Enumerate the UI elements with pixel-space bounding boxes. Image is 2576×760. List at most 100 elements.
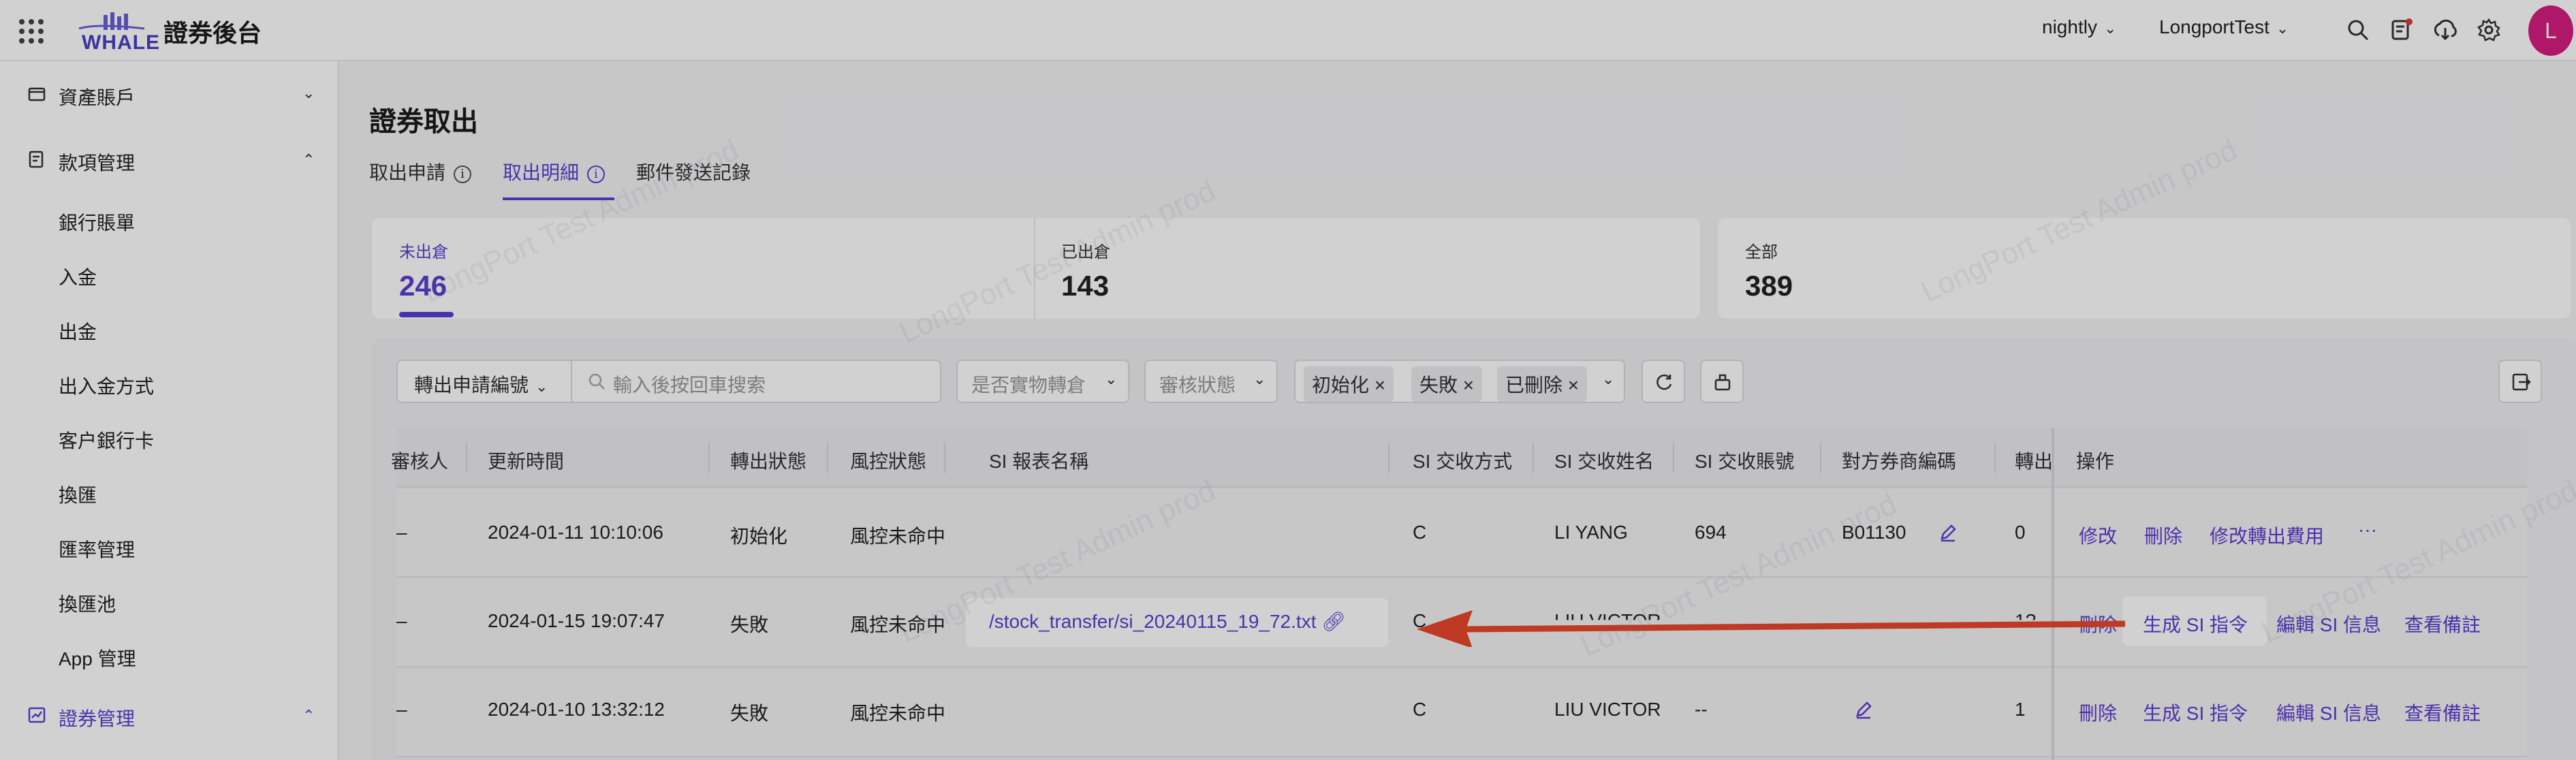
column-resizer[interactable] (1388, 443, 1389, 473)
logo-text: WHALE (82, 31, 160, 54)
edit-link[interactable]: 修改 (2079, 522, 2117, 549)
edit-fee-link[interactable]: 修改轉出費用 (2210, 522, 2324, 549)
search-input[interactable]: 輸入後按回車搜索 (613, 370, 766, 398)
avatar[interactable]: L (2528, 5, 2573, 56)
table-row: – 2024-01-10 13:32:12 失敗 風控未命中 C LIU VIC… (396, 669, 2527, 757)
divider (1034, 218, 1035, 319)
review-status-select[interactable]: 審核狀態 ⌄ (1144, 360, 1278, 403)
fixed-column-shadow (2052, 428, 2054, 760)
column-header: 轉出狀態 (730, 451, 807, 472)
close-icon[interactable]: × (1375, 375, 1385, 396)
generate-si-link[interactable]: 生成 SI 指令 (2143, 699, 2248, 726)
column-resizer[interactable] (1533, 443, 1534, 473)
delete-link[interactable]: 刪除 (2079, 699, 2117, 726)
delete-link[interactable]: 刪除 (2144, 522, 2182, 549)
generate-si-link[interactable]: 生成 SI 指令 (2143, 610, 2248, 637)
column-header: SI 交收方式 (1413, 451, 1513, 472)
column-header: SI 交收賬號 (1695, 451, 1795, 472)
chevron-up-icon[interactable]: ⌃ (302, 151, 315, 169)
status-tag: 失敗 × (1411, 366, 1483, 402)
column-header: 審核人 (391, 451, 449, 472)
edit-icon[interactable] (1854, 700, 1873, 719)
chevron-down-icon: ⌄ (1602, 370, 1615, 387)
sidebar-item-bank-statement[interactable]: 銀行賬單 (59, 208, 135, 236)
column-resizer[interactable] (944, 443, 945, 473)
si-account-cell: 694 (1695, 522, 1727, 543)
stat-card-all[interactable]: 全部 389 (1718, 218, 2571, 319)
column-resizer[interactable] (1673, 443, 1674, 473)
export-icon (2512, 373, 2531, 391)
column-resizer[interactable] (1994, 443, 1996, 473)
sidebar-item-withdrawal[interactable]: 出金 (59, 317, 97, 345)
more-icon[interactable]: ··· (2358, 519, 2377, 541)
download-icon[interactable] (2433, 18, 2457, 42)
search-group: 轉出申請編號 ⌄ 輸入後按回車搜索 (396, 360, 941, 403)
broker-code-cell: B01130 (1842, 522, 1906, 543)
physical-transfer-select[interactable]: 是否實物轉倉 ⌄ (956, 360, 1129, 403)
clear-filters-button[interactable] (1700, 360, 1744, 403)
tab-email-log[interactable]: 郵件發送記錄 (636, 158, 751, 185)
sidebar: 資產賬戶 ⌄ 款項管理 ⌃ 銀行賬單 入金 出金 出入金方式 客户銀行卡 換匯 … (0, 61, 339, 760)
si-file-link[interactable]: /stock_transfer/si_20240115_19_72.txt 🔗︎ (989, 610, 1346, 633)
search-icon[interactable] (2346, 18, 2370, 42)
sidebar-item-payment-methods[interactable]: 出入金方式 (59, 372, 154, 399)
refresh-button[interactable] (1642, 360, 1685, 403)
edit-si-info-link[interactable]: 編輯 SI 信息 (2276, 610, 2381, 637)
quantity-cell: 0 (2015, 522, 2026, 543)
stat-value-all: 389 (1745, 270, 1793, 302)
task-list-icon[interactable] (2389, 18, 2414, 42)
tab-withdrawal-details[interactable]: 取出明細 i (503, 158, 606, 185)
sidebar-item-fx-pool[interactable]: 換匯池 (59, 590, 116, 617)
tab-withdrawal-request[interactable]: 取出申請 i (369, 158, 472, 185)
close-icon[interactable]: × (1568, 375, 1579, 396)
quantity-cell: 1 (2015, 699, 2026, 720)
env-select[interactable]: nightly ⌄ (2042, 16, 2116, 38)
column-resizer[interactable] (708, 443, 710, 473)
search-icon (588, 373, 605, 390)
si-name-cell: LI YANG (1554, 522, 1628, 543)
gear-icon[interactable] (2477, 18, 2501, 42)
sidebar-item-deposit[interactable]: 入金 (59, 263, 97, 290)
ledger-icon (29, 151, 44, 168)
org-select[interactable]: LongportTest ⌄ (2159, 16, 2289, 38)
edit-si-info-link[interactable]: 編輯 SI 信息 (2276, 699, 2381, 726)
sidebar-item-customer-bank-card[interactable]: 客户銀行卡 (59, 426, 154, 454)
sidebar-item-fx-rate[interactable]: 匯率管理 (59, 535, 135, 563)
transfer-status-cell: 失敗 (730, 703, 769, 724)
updated-time-cell: 2024-01-11 10:10:06 (488, 522, 663, 543)
chevron-down-icon: ⌄ (535, 378, 548, 395)
sidebar-item-fx-exchange[interactable]: 換匯 (59, 481, 97, 508)
active-tab-indicator (503, 197, 614, 200)
sidebar-item-app-management[interactable]: App 管理 (59, 644, 136, 671)
column-resizer[interactable] (1820, 443, 1821, 473)
column-header: 更新時間 (488, 451, 565, 472)
chevron-up-icon[interactable]: ⌃ (302, 707, 315, 725)
column-resizer[interactable] (466, 443, 467, 473)
risk-status-cell: 風控未命中 (850, 703, 946, 724)
column-header: SI 交收姓名 (1554, 451, 1654, 472)
risk-status-cell: 風控未命中 (850, 526, 946, 547)
stat-label-completed[interactable]: 已出倉 (1061, 238, 1110, 262)
apps-grid-icon[interactable] (19, 19, 44, 44)
status-tag: 初始化 × (1304, 366, 1394, 402)
reviewer-cell: – (396, 699, 407, 720)
view-remarks-link[interactable]: 查看備註 (2404, 610, 2481, 637)
column-resizer[interactable] (827, 443, 828, 473)
reviewer-cell: – (396, 522, 407, 543)
si-method-cell: C (1413, 522, 1427, 543)
refresh-icon (1656, 374, 1672, 390)
export-button[interactable] (2498, 360, 2542, 403)
info-icon: i (587, 165, 606, 183)
chevron-down-icon: ⌄ (2276, 20, 2289, 37)
transfer-status-cell: 失敗 (730, 614, 769, 635)
info-icon: i (454, 165, 472, 183)
chevron-down-icon[interactable]: ⌄ (302, 84, 315, 102)
divider (571, 361, 572, 402)
status-multiselect[interactable]: 初始化 × 失敗 × 已刪除 × ⌄ (1294, 360, 1625, 403)
close-icon[interactable]: × (1463, 375, 1474, 396)
wallet-icon (28, 87, 46, 101)
search-field-select[interactable]: 轉出申請編號 ⌄ (414, 370, 548, 398)
view-remarks-link[interactable]: 查看備註 (2404, 699, 2481, 726)
stat-label-pending[interactable]: 未出倉 (399, 238, 448, 262)
edit-icon[interactable] (1938, 523, 1958, 542)
